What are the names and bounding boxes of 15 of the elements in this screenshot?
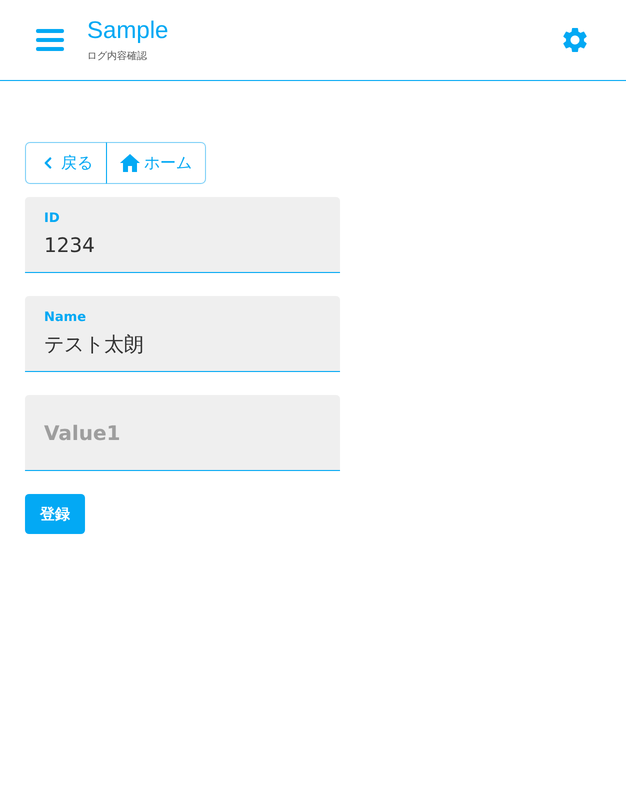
field-label: Name <box>44 310 86 326</box>
menu-icon[interactable] <box>36 28 64 52</box>
text-field[interactable]: Name テスト太朗 <box>25 296 340 372</box>
home-icon <box>120 154 140 172</box>
home-button[interactable]: ホーム <box>106 142 206 184</box>
field-label: ID <box>44 210 60 226</box>
field-value: テスト太朗 <box>44 330 144 358</box>
field-value: 1234 <box>44 232 95 258</box>
back-button[interactable]: 戻る <box>25 142 107 184</box>
page-subtitle: ログ内容確認 <box>87 50 147 64</box>
field-label: Value1 <box>44 420 120 446</box>
text-field[interactable]: Value1 <box>25 395 340 471</box>
submit-button[interactable]: 登録 <box>25 494 85 534</box>
app-title: Sample <box>87 16 168 44</box>
text-field[interactable]: ID 1234 <box>25 197 340 273</box>
